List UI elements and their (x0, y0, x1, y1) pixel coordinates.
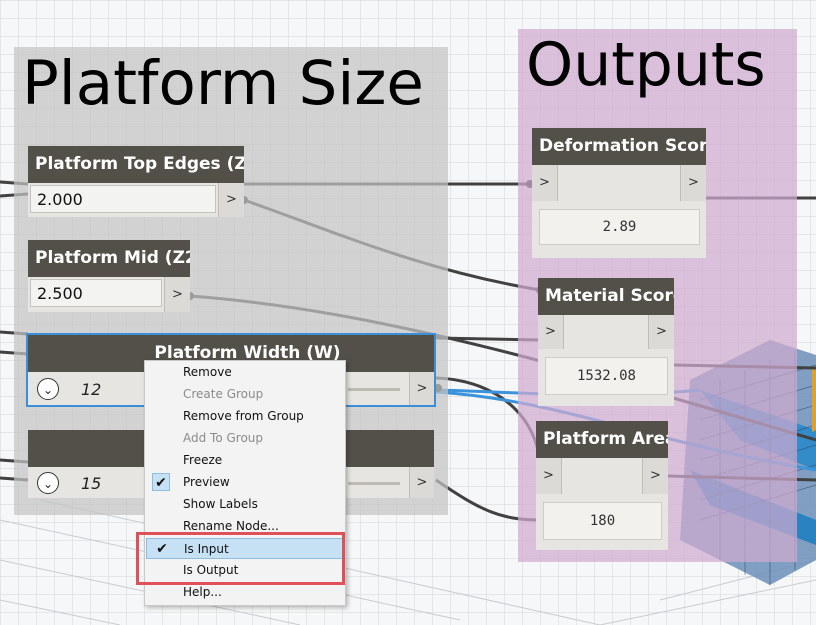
number-input[interactable]: 2.000 (30, 185, 216, 213)
highlight-annotation-box (136, 532, 345, 585)
node-title: Platform Area (536, 421, 668, 458)
menu-item-preview[interactable]: ✔ Preview (146, 472, 343, 493)
menu-item-show-labels[interactable]: Show Labels (146, 494, 343, 515)
node-material-score[interactable]: Material Score > > 1532.08 (538, 278, 674, 406)
slider-value[interactable]: 15 (81, 474, 101, 493)
menu-item-add-to-group: Add To Group (146, 428, 343, 449)
menu-item-remove-from-group[interactable]: Remove from Group (146, 406, 343, 427)
output-port[interactable]: > (648, 315, 674, 349)
group-title-platform-size: Platform Size (22, 48, 424, 119)
number-input[interactable]: 2.500 (30, 279, 162, 307)
input-port[interactable]: > (538, 315, 564, 349)
output-port[interactable]: > (642, 458, 668, 494)
menu-item-freeze[interactable]: Freeze (146, 450, 343, 471)
node-platform-mid[interactable]: Platform Mid (Z2) 2.500 > (28, 240, 190, 312)
watch-value: 2.89 (539, 209, 700, 245)
node-platform-top-edges[interactable]: Platform Top Edges (Z1) 2.000 > (28, 146, 244, 217)
slider-value[interactable]: 12 (81, 380, 101, 399)
chevron-down-icon[interactable]: ⌄ (37, 472, 59, 494)
menu-item-help[interactable]: Help... (146, 582, 343, 603)
node-title: Deformation Score (532, 128, 706, 165)
node-platform-area[interactable]: Platform Area > > 180 (536, 421, 668, 550)
slider-track[interactable] (348, 388, 400, 391)
menu-item-label: Help... (183, 585, 222, 599)
node-deformation-score[interactable]: Deformation Score > > 2.89 (532, 128, 706, 258)
node-title: Platform Top Edges (Z1) (28, 146, 244, 183)
output-port[interactable]: > (680, 165, 706, 201)
watch-value: 1532.08 (545, 357, 668, 395)
menu-item-label: Rename Node... (183, 519, 279, 533)
output-port[interactable]: > (409, 467, 434, 498)
menu-item-create-group: Create Group (146, 384, 343, 405)
menu-item-label: Remove (183, 365, 232, 379)
menu-item-label: Preview (183, 475, 230, 489)
node-title: Material Score (538, 278, 674, 315)
menu-item-label: Freeze (183, 453, 223, 467)
menu-item-label: Show Labels (183, 497, 258, 511)
menu-item-remove[interactable]: Remove (146, 362, 343, 383)
watch-value: 180 (543, 502, 662, 540)
menu-item-label: Add To Group (183, 431, 264, 445)
node-title: Platform Mid (Z2) (28, 240, 190, 277)
group-title-outputs: Outputs (526, 30, 766, 100)
output-port[interactable]: > (218, 183, 244, 217)
input-port[interactable]: > (536, 458, 562, 494)
output-port[interactable]: > (409, 372, 434, 405)
check-icon: ✔ (152, 473, 170, 491)
slider-track[interactable] (348, 482, 400, 485)
chevron-down-icon[interactable]: ⌄ (37, 378, 59, 400)
menu-item-label: Create Group (183, 387, 264, 401)
menu-item-label: Remove from Group (183, 409, 304, 423)
output-port[interactable]: > (164, 277, 190, 312)
input-port[interactable]: > (532, 165, 558, 201)
